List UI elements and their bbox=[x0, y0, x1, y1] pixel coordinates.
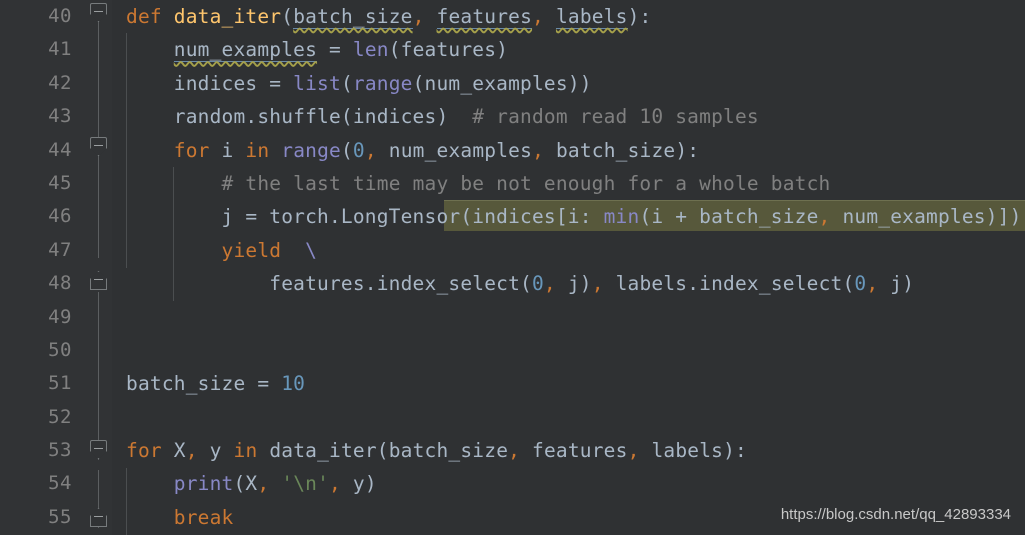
code-line[interactable]: indices = list(range(num_examples)) bbox=[112, 67, 1025, 100]
token-string: '\n' bbox=[281, 472, 330, 496]
code-line[interactable] bbox=[112, 301, 1025, 334]
indent-guide bbox=[126, 33, 127, 268]
line-number: 55 bbox=[48, 505, 72, 528]
line-number-gutter: 40 41 42 43 44 45 46 47 48 49 50 51 52 5… bbox=[0, 0, 86, 535]
indent-guide bbox=[173, 167, 174, 301]
token-parameter: features bbox=[436, 5, 533, 29]
token-number: 10 bbox=[281, 372, 306, 396]
line-number: 53 bbox=[48, 439, 72, 462]
token-line-continuation: \ bbox=[305, 238, 318, 262]
line-number: 44 bbox=[48, 138, 72, 161]
code-line[interactable]: yield \ bbox=[112, 234, 1025, 267]
fold-region-line bbox=[98, 292, 99, 460]
code-line[interactable]: # the last time may be not enough for a … bbox=[112, 167, 1025, 200]
code-line[interactable]: j = torch.LongTensor(indices[i: min(i + … bbox=[112, 200, 1025, 233]
token-keyword: yield bbox=[221, 238, 282, 262]
fold-minus-icon bbox=[94, 516, 103, 517]
token-keyword: in bbox=[233, 439, 258, 463]
fold-chevron-down-icon bbox=[90, 3, 107, 22]
code-editor: 40 41 42 43 44 45 46 47 48 49 50 51 52 5… bbox=[0, 0, 1025, 535]
token-keyword: def bbox=[126, 5, 162, 28]
token-builtin: list bbox=[293, 71, 341, 95]
token-number: 0 bbox=[352, 138, 365, 162]
fold-toggle-icon[interactable] bbox=[90, 440, 107, 459]
fold-chevron-down-icon bbox=[90, 440, 107, 459]
token-builtin: range bbox=[352, 71, 413, 95]
token-comment: # the last time may be not enough for a … bbox=[221, 171, 831, 195]
token-builtin: range bbox=[281, 138, 341, 162]
code-line[interactable]: batch_size = 10 bbox=[112, 367, 1025, 400]
code-line[interactable]: num_examples = len(features) bbox=[112, 33, 1025, 66]
fold-minus-icon bbox=[94, 448, 103, 449]
watermark-url: https://blog.csdn.net/qq_42893334 bbox=[780, 506, 1011, 523]
code-line[interactable]: features.index_select(0, j), labels.inde… bbox=[112, 267, 1025, 300]
fold-toggle-icon[interactable] bbox=[90, 271, 107, 290]
code-line[interactable] bbox=[112, 401, 1025, 434]
code-line[interactable]: def data_iter(batch_size, features, labe… bbox=[112, 0, 1025, 33]
token-keyword: for bbox=[173, 138, 210, 162]
code-folding-gutter[interactable] bbox=[86, 0, 112, 535]
code-text-area[interactable]: def data_iter(batch_size, features, labe… bbox=[112, 0, 1025, 535]
code-line[interactable]: print(X, '\n', y) bbox=[112, 467, 1025, 500]
line-number: 49 bbox=[48, 305, 72, 328]
line-number: 43 bbox=[48, 105, 72, 128]
fold-minus-icon bbox=[94, 11, 103, 12]
fold-toggle-icon[interactable] bbox=[90, 137, 107, 156]
fold-toggle-icon[interactable] bbox=[90, 508, 107, 527]
fold-chevron-up-icon bbox=[90, 271, 107, 290]
token-builtin: min bbox=[603, 205, 640, 229]
fold-chevron-up-icon bbox=[90, 508, 107, 527]
fold-chevron-down-icon bbox=[90, 137, 107, 156]
token-variable: num_examples bbox=[173, 38, 318, 63]
token-keyword: in bbox=[245, 138, 270, 162]
fold-toggle-icon[interactable] bbox=[90, 3, 107, 22]
token-parameter: batch_size bbox=[293, 5, 413, 29]
token-number: 0 bbox=[854, 272, 867, 296]
code-line[interactable]: for i in range(0, num_examples, batch_si… bbox=[112, 134, 1025, 167]
indent-guide bbox=[126, 468, 127, 535]
token-number: 0 bbox=[531, 272, 544, 296]
code-line[interactable]: random.shuffle(indices) # random read 10… bbox=[112, 100, 1025, 133]
token-comment: # random read 10 samples bbox=[472, 105, 759, 129]
line-number: 52 bbox=[48, 405, 72, 428]
line-number: 51 bbox=[48, 372, 72, 395]
line-number: 42 bbox=[48, 71, 72, 94]
token-builtin: len bbox=[352, 38, 389, 62]
token-builtin: print bbox=[173, 472, 234, 496]
line-number: 48 bbox=[48, 272, 72, 295]
line-number: 54 bbox=[48, 472, 72, 495]
fold-minus-icon bbox=[94, 279, 103, 280]
code-line[interactable] bbox=[112, 334, 1025, 367]
line-number: 45 bbox=[48, 171, 72, 194]
line-number: 46 bbox=[48, 205, 72, 228]
token-keyword: for bbox=[126, 439, 162, 463]
line-number: 47 bbox=[48, 238, 72, 261]
line-number: 40 bbox=[48, 5, 72, 27]
fold-minus-icon bbox=[94, 145, 103, 146]
token-keyword: break bbox=[173, 505, 234, 529]
code-line[interactable]: for X, y in data_iter(batch_size, featur… bbox=[112, 434, 1025, 467]
line-number: 41 bbox=[48, 38, 72, 61]
line-number: 50 bbox=[48, 338, 72, 361]
token-function-name: data_iter bbox=[173, 5, 282, 28]
token-parameter: labels bbox=[555, 5, 628, 29]
